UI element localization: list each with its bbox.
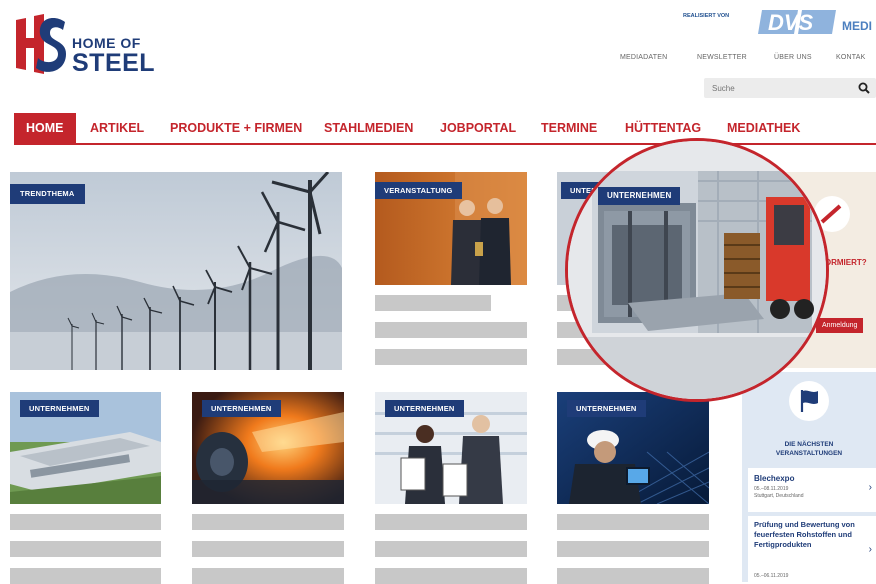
nav-termine[interactable]: TERMINE (541, 113, 597, 143)
card-unternehmen-4[interactable]: UNTERNEHMEN (10, 392, 161, 504)
logo-line2: STEEL (72, 49, 156, 77)
headline-placeholder (375, 514, 527, 530)
card-unternehmen-6[interactable]: UNTERNEHMEN (375, 392, 527, 504)
event-place: Stuttgart, Deutschland (754, 493, 804, 499)
card-badge: VERANSTALTUNG (375, 182, 462, 199)
card-unternehmen-7[interactable]: UNTERNEHMEN (557, 392, 709, 504)
nav-mediathek[interactable]: MEDIATHEK (727, 113, 800, 143)
text-placeholder (10, 541, 161, 557)
flag-icon (789, 381, 829, 421)
topnav-ueber-uns[interactable]: ÜBER UNS (774, 54, 812, 61)
events-heading: DIE NÄCHSTEN VERANSTALTUNGEN (742, 440, 876, 458)
card-veranstaltung[interactable]: VERANSTALTUNG (375, 172, 527, 285)
promo-button[interactable]: Anmeldung (816, 318, 864, 333)
logo-line1: HOME OF (72, 35, 141, 51)
event-item-2[interactable]: Prüfung und Bewertung von feuerfesten Ro… (748, 516, 876, 582)
nav-underline (14, 143, 876, 145)
card-badge: UNTERNEHMEN (385, 400, 464, 417)
magnified-furnace-image (568, 141, 826, 399)
main-nav: HOME ARTIKEL PRODUKTE + FIRMEN STAHLMEDI… (14, 113, 876, 144)
nav-produkte-firmen[interactable]: PRODUKTE + FIRMEN (170, 113, 302, 143)
headline-placeholder (10, 514, 161, 530)
nav-artikel[interactable]: ARTIKEL (90, 113, 144, 143)
events-sidebar: DIE NÄCHSTEN VERANSTALTUNGEN Blechexpo 0… (742, 372, 876, 582)
card-badge: UNTERNEHMEN (20, 400, 99, 417)
text-placeholder (557, 541, 709, 557)
chevron-right-icon: › (868, 544, 872, 555)
text-placeholder (192, 541, 344, 557)
search-box (704, 78, 876, 98)
home-of-steel-logo-mark[interactable] (14, 12, 66, 76)
realisiert-von-label: REALISIERT VON (683, 13, 730, 19)
text-placeholder (375, 322, 527, 338)
topnav-kontakt[interactable]: KONTAK (836, 54, 865, 61)
chevron-right-icon: › (868, 482, 872, 493)
text-placeholder (375, 349, 527, 365)
search-icon[interactable] (858, 82, 870, 94)
event-title: Blechexpo (754, 474, 795, 483)
headline-placeholder (557, 514, 709, 530)
card-badge: TRENDTHEMA (10, 184, 85, 204)
card-unternehmen-5[interactable]: UNTERNEHMEN (192, 392, 344, 504)
event-item-1[interactable]: Blechexpo 05.–08.11.2019 Stuttgart, Deut… (748, 468, 876, 512)
headline-placeholder (192, 514, 344, 530)
nav-stahlmedien[interactable]: STAHLMEDIEN (324, 113, 413, 143)
logo-wordmark[interactable]: HOME OF STEEL (72, 36, 155, 76)
dvs-brand-suffix: MEDI (842, 19, 872, 33)
events-heading-line1: DIE NÄCHSTEN (784, 441, 834, 448)
card-badge: UNTERNEHMEN (202, 400, 281, 417)
events-heading-line2: VERANSTALTUNGEN (775, 450, 843, 457)
topnav-mediadaten[interactable]: MEDIADATEN (620, 54, 667, 61)
nav-home[interactable]: HOME (14, 113, 76, 143)
magnifier-badge: UNTERNEHMEN (598, 187, 681, 205)
dvs-media-logo[interactable]: DVS MEDI (756, 6, 876, 38)
headline-placeholder (375, 295, 491, 311)
text-placeholder (375, 541, 527, 557)
event-title: Prüfung und Bewertung von feuerfesten Ro… (754, 520, 855, 549)
card-trendthema[interactable]: TRENDTHEMA (10, 172, 342, 370)
nav-jobportal[interactable]: JOBPORTAL (440, 113, 516, 143)
search-input[interactable] (712, 78, 852, 98)
topnav-newsletter[interactable]: NEWSLETTER (697, 54, 747, 61)
dvs-brand-text: DVS (768, 10, 814, 35)
event-date: 05.–06.11.2019 (754, 573, 789, 579)
magnifier-overlay: UNTERNEHMEN (565, 138, 829, 402)
card-badge: UNTERNEHMEN (567, 400, 646, 417)
event-date: 05.–08.11.2019 (754, 486, 789, 492)
